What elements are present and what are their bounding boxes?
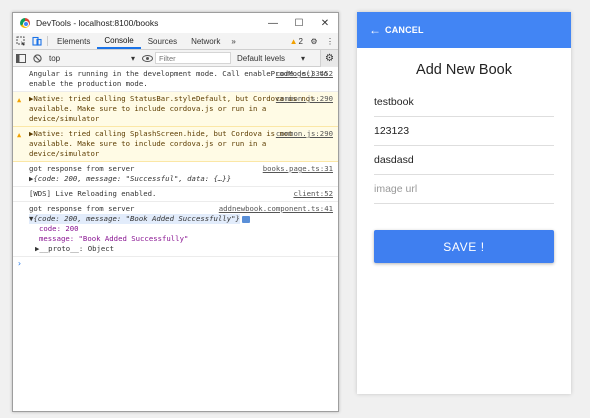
console-message: books.page.ts:31 got response from serve… <box>13 162 338 187</box>
message-source-link[interactable]: common.js:290 <box>276 94 333 104</box>
console-message: addnewbook.component.ts:41 got response … <box>13 202 338 257</box>
save-button[interactable]: SAVE ! <box>374 230 554 263</box>
tab-network[interactable]: Network <box>184 33 227 49</box>
console-filter-input[interactable] <box>155 52 231 64</box>
maximize-button[interactable]: ☐ <box>286 13 312 33</box>
console-message: core.js:33452 Angular is running in the … <box>13 67 338 92</box>
sidebar-toggle-icon[interactable] <box>13 53 29 63</box>
toolbar-divider <box>47 36 48 46</box>
devtools-window: DevTools - localhost:8100/books — ☐ ✕ El… <box>12 12 339 412</box>
object-property: code: 200 <box>39 224 79 233</box>
tab-sources[interactable]: Sources <box>141 33 184 49</box>
tab-elements[interactable]: Elements <box>50 33 97 49</box>
console-warning: ▲ common.js:290 ▶Native: tried calling S… <box>13 92 338 127</box>
context-selector[interactable]: top ▾ <box>45 54 139 63</box>
object-preview-expanded[interactable]: ▼{code: 200, message: "Book Added Succes… <box>29 214 240 224</box>
object-proto[interactable]: ▶__proto__: Object <box>29 244 334 254</box>
page-title: Add New Book <box>416 62 512 78</box>
console-warning: ▲ common.js:290 ▶Native: tried calling S… <box>13 127 338 162</box>
devtools-tabs: Elements Console Sources Network » ▲ 2 ⚙… <box>13 33 338 50</box>
message-text[interactable]: ▶Native: tried calling StatusBar.styleDe… <box>29 94 315 123</box>
more-options-icon[interactable]: ⋮ <box>322 33 338 49</box>
tab-console[interactable]: Console <box>97 33 141 49</box>
devtools-titlebar: DevTools - localhost:8100/books — ☐ ✕ <box>13 13 338 33</box>
log-levels-dropdown[interactable]: Default levels ▾ <box>237 54 305 63</box>
chevron-down-icon: ▾ <box>300 53 305 63</box>
console-toolbar: top ▾ Default levels ▾ ⚙ <box>13 49 338 67</box>
close-button[interactable]: ✕ <box>312 13 338 33</box>
message-source-link[interactable]: books.page.ts:31 <box>263 164 333 174</box>
message-text[interactable]: ▶Native: tried calling SplashScreen.hide… <box>29 129 293 158</box>
image-url-field[interactable]: image url <box>374 175 554 204</box>
object-preview[interactable]: ▶{code: 200, message: "Successful", data… <box>29 174 334 184</box>
settings-gear-icon[interactable]: ⚙ <box>306 33 322 49</box>
device-toolbar-icon[interactable] <box>29 33 45 49</box>
log-levels-label: Default levels <box>237 53 286 63</box>
book-name-field[interactable]: testbook <box>374 88 554 117</box>
cancel-button[interactable]: CANCEL <box>385 25 424 35</box>
add-book-page: ← CANCEL Add New Book testbook 123123 da… <box>357 12 571 394</box>
info-icon <box>241 215 250 223</box>
back-arrow-icon[interactable]: ← <box>369 24 381 36</box>
message-source-link[interactable]: addnewbook.component.ts:41 <box>219 204 333 214</box>
app-header: ← CANCEL <box>357 12 571 48</box>
message-source-link[interactable]: core.js:33452 <box>276 69 333 79</box>
minimize-button[interactable]: — <box>260 13 286 33</box>
chevron-down-icon: ▾ <box>130 53 135 63</box>
warning-icon: ▲ <box>17 131 22 139</box>
warning-icon: ▲ <box>17 96 22 104</box>
message-text: [WDS] Live Reloading enabled. <box>29 189 157 198</box>
console-settings-icon[interactable]: ⚙ <box>320 49 338 67</box>
eye-icon[interactable] <box>139 54 155 62</box>
window-title: DevTools - localhost:8100/books <box>36 18 159 28</box>
warning-count: 2 <box>298 36 303 46</box>
warnings-counter[interactable]: ▲ 2 <box>287 33 306 49</box>
object-property: message: "Book Added Successfully" <box>39 234 189 243</box>
message-source-link[interactable]: client:52 <box>293 189 333 199</box>
message-source-link[interactable]: common.js:290 <box>276 129 333 139</box>
chrome-icon <box>20 18 30 28</box>
book-number-field[interactable]: 123123 <box>374 117 554 146</box>
console-output: core.js:33452 Angular is running in the … <box>13 67 338 271</box>
more-tabs-button[interactable]: » <box>227 33 239 49</box>
context-value: top <box>49 53 61 63</box>
console-prompt[interactable]: › <box>13 257 338 271</box>
book-description-field[interactable]: dasdasd <box>374 146 554 175</box>
console-message: client:52 [WDS] Live Reloading enabled. <box>13 187 338 202</box>
warning-icon: ▲ <box>289 36 298 46</box>
clear-console-icon[interactable] <box>29 53 45 63</box>
inspect-element-icon[interactable] <box>13 33 29 49</box>
